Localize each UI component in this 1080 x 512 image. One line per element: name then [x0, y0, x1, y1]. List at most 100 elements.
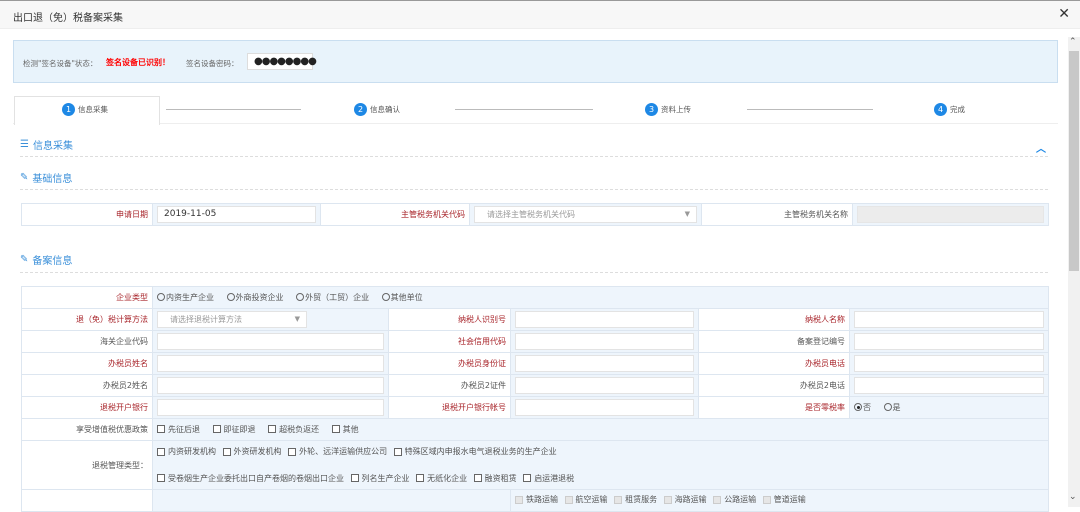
checkbox-disabled-icon: [564, 495, 573, 504]
checkbox-icon: [523, 474, 532, 482]
agent-phone-label: 办税员电话: [698, 352, 850, 375]
agent-phone-input[interactable]: [854, 355, 1045, 372]
collapse-chevron-icon[interactable]: ︿: [1036, 140, 1046, 155]
agent2-name-input[interactable]: [157, 377, 384, 394]
checkbox-icon: [350, 474, 359, 482]
step-label: 信息采集: [78, 105, 108, 114]
agent-id-input[interactable]: [515, 355, 694, 372]
credit-code-input[interactable]: [515, 333, 694, 350]
step-3[interactable]: 3 资料上传: [645, 103, 691, 116]
zero-rate-group: 否 是: [848, 396, 1050, 419]
checkbox-policy[interactable]: 即征即退: [212, 424, 256, 435]
radio-label: 内资生产企业: [166, 292, 214, 302]
step-label: 资料上传: [661, 105, 691, 114]
mgmt-type-group: 内资研发机构 外资研发机构 外轮、远洋运输供应公司 特殊区域内申报水电气退税业务…: [151, 440, 1050, 490]
checkbox-label: 海路运输: [674, 495, 707, 504]
taxpayer-id-label: 纳税人识别号: [388, 308, 511, 331]
divider: [20, 189, 1048, 190]
checkbox-mgmt[interactable]: 内资研发机构: [157, 446, 216, 457]
checkbox-transport: 租赁服务: [614, 494, 657, 505]
agent2-id-input[interactable]: [515, 377, 694, 394]
agent-name-input[interactable]: [157, 355, 384, 372]
method-placeholder: 请选择退税计算方法: [170, 315, 242, 324]
radio-icon: [296, 293, 305, 302]
record-no-input[interactable]: [854, 333, 1045, 350]
enterprise-type-label: 企业类型: [21, 286, 153, 309]
taxpayer-name-input[interactable]: [854, 311, 1045, 328]
radio-label: 外贸（工贸）企业: [305, 292, 370, 302]
checkbox-disabled-icon: [614, 495, 623, 504]
radio-zero-rate-yes[interactable]: 是: [883, 402, 901, 413]
scroll-up-icon[interactable]: ⌃: [1069, 37, 1077, 47]
edit-icon: ✎: [20, 172, 29, 183]
close-icon[interactable]: ✕: [1058, 6, 1070, 22]
checkbox-mgmt[interactable]: 融资租赁: [473, 473, 517, 484]
checkbox-mgmt[interactable]: 受卷烟生产企业委托出口自产卷烟的卷烟出口企业: [157, 473, 344, 484]
checkbox-icon: [222, 447, 231, 456]
device-status-label: 检测"签名设备"状态：: [23, 59, 98, 68]
device-password-label: 签名设备密码：: [186, 59, 239, 68]
org-code-select[interactable]: 请选择主管税务机关代码 ▼: [474, 206, 697, 223]
section-basic: ✎ 基础信息: [20, 170, 72, 185]
step-1[interactable]: 1 信息采集: [62, 103, 108, 116]
radio-label: 是: [892, 402, 901, 412]
filing-info-table: 企业类型 内资生产企业 外商投资企业 外贸（工贸）企业 其他单位 退（免）税计算…: [21, 286, 1050, 512]
radio-trade[interactable]: 外贸（工贸）企业: [296, 292, 369, 303]
checkbox-icon: [268, 425, 277, 434]
radio-domestic[interactable]: 内资生产企业: [157, 292, 214, 303]
step-2[interactable]: 2 信息确认: [354, 103, 400, 116]
customs-code-label: 海关企业代码: [21, 330, 153, 353]
empty-cell: [152, 489, 511, 512]
step-number: 3: [645, 103, 658, 116]
apply-date-input[interactable]: 2019-11-05: [157, 206, 316, 223]
caret-down-icon: ▼: [294, 315, 300, 323]
agent2-phone-input[interactable]: [854, 377, 1045, 394]
agent2-phone-label: 办税员2电话: [698, 374, 850, 397]
scroll-down-icon[interactable]: ⌄: [1069, 492, 1077, 502]
org-name-label: 主管税务机关名称: [701, 203, 853, 226]
checkbox-mgmt[interactable]: 特殊区域内申报水电气退税业务的生产企业: [393, 446, 557, 457]
section-title: 备案信息: [32, 256, 73, 267]
radio-label: 外商投资企业: [235, 292, 284, 302]
checkbox-transport: 管道运输: [762, 494, 806, 505]
radio-zero-rate-no[interactable]: 否: [854, 402, 871, 413]
checkbox-disabled-icon: [663, 495, 672, 504]
checkbox-icon: [212, 425, 221, 434]
divider: [20, 156, 1048, 157]
checkbox-mgmt[interactable]: 外轮、远洋运输供应公司: [288, 446, 387, 457]
section-title: 基础信息: [32, 174, 73, 185]
device-password-input[interactable]: ●●●●●●●●: [247, 53, 317, 70]
wizard-steps: 1 信息采集 2 信息确认 3 资料上传 4 完成: [13, 96, 1058, 125]
taxpayer-id-input[interactable]: [515, 311, 694, 328]
checkbox-label: 即征即退: [223, 424, 256, 434]
bank-account-input[interactable]: [515, 399, 694, 416]
bank-input[interactable]: [157, 399, 384, 416]
checkbox-mgmt[interactable]: 列名生产企业: [350, 473, 410, 484]
scrollbar-thumb[interactable]: [1069, 51, 1079, 271]
radio-foreign[interactable]: 外商投资企业: [226, 292, 284, 303]
checkbox-policy[interactable]: 先征后退: [157, 424, 200, 435]
checkbox-mgmt[interactable]: 外资研发机构: [222, 446, 282, 457]
checkbox-policy[interactable]: 其他: [331, 424, 359, 435]
checkbox-policy[interactable]: 超税负返还: [268, 424, 319, 435]
zero-rate-label: 是否零税率: [698, 396, 850, 419]
checkbox-mgmt[interactable]: 启运港退税: [523, 473, 574, 484]
method-select[interactable]: 请选择退税计算方法 ▼: [157, 311, 307, 328]
checkbox-label: 先征后退: [168, 424, 200, 434]
checkbox-label: 无纸化企业: [427, 473, 468, 483]
bank-label: 退税开户银行: [21, 396, 153, 419]
radio-other[interactable]: 其他单位: [381, 292, 423, 303]
policy-group: 先征后退 即征即退 超税负返还 其他: [151, 418, 1050, 441]
step-4[interactable]: 4 完成: [934, 103, 965, 116]
device-status-panel: 检测"签名设备"状态： 签名设备已识别！ 签名设备密码： ●●●●●●●●: [13, 40, 1058, 83]
window-title: 出口退（免）税备案采集: [13, 13, 123, 24]
checkbox-icon: [331, 425, 340, 434]
window-titlebar: 出口退（免）税备案采集 ✕: [0, 0, 1080, 29]
mgmt-type-label: 退税管理类型：: [21, 440, 153, 490]
checkbox-label: 融资租赁: [484, 473, 517, 483]
checkbox-mgmt[interactable]: 无纸化企业: [416, 473, 467, 484]
section-title: 信息采集: [32, 141, 73, 152]
checkbox-disabled-icon: [713, 495, 722, 504]
scrollbar[interactable]: ⌃ ⌄: [1068, 37, 1080, 507]
customs-code-input[interactable]: [157, 333, 384, 350]
